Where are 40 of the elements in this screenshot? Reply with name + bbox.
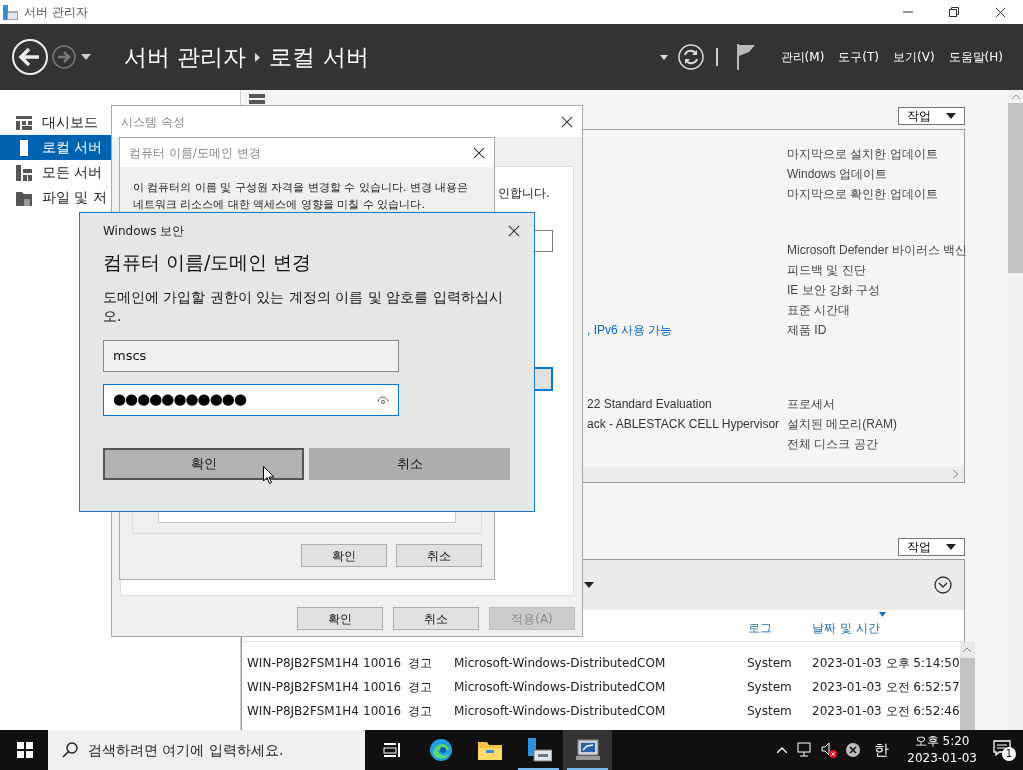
dialog-heading: 컴퓨터 이름/도메인 변경 xyxy=(103,250,313,275)
table-cell-text: 경고 xyxy=(408,679,433,696)
window-title: 서버 관리자 xyxy=(24,4,88,21)
property-value: ack - ABLESTACK CELL Hypervisor xyxy=(587,416,780,433)
dialog-title: Windows 보안 xyxy=(103,223,185,240)
table-cell-text: 2023-01-03 오전 6:52:57 xyxy=(812,679,960,696)
property-label: 마지막으로 확인한 업데이트 xyxy=(787,186,938,203)
table-cell-text: System xyxy=(747,703,793,720)
table-cell-text: 10016 xyxy=(363,679,403,696)
property-label: Windows 업데이트 xyxy=(787,166,887,183)
property-label: 피드백 및 진단 xyxy=(787,262,866,279)
property-label: IE 보안 강화 구성 xyxy=(787,282,881,299)
dialog-description: 이 컴퓨터의 이름 및 구성원 자격을 변경할 수 있습니다. 변경 내용은 네트워크 리소스에 대한 액세스에 영향을 미칠 수 있습니다. xyxy=(133,180,470,213)
property-value: 22 Standard Evaluation xyxy=(587,396,712,413)
table-cell-text: 경고 xyxy=(408,655,433,672)
notification-badge: 1 xyxy=(1002,747,1016,761)
property-label: 제품 ID xyxy=(787,322,827,339)
dialog-title: 컴퓨터 이름/도메인 변경 xyxy=(129,144,261,162)
property-label: 프로세서 xyxy=(787,396,835,413)
dialog-description: 도메인에 가입할 권한이 있는 계정의 이름 및 암호를 입력하십시오. xyxy=(103,287,504,326)
table-cell-text: Microsoft-Windows-DistributedCOM xyxy=(454,703,667,720)
dialog-text: 인합니다. xyxy=(498,185,550,202)
table-cell-text: Microsoft-Windows-DistributedCOM xyxy=(454,655,667,672)
table-cell-text: WIN-P8JB2FSM1H4 xyxy=(247,655,360,672)
table-cell-text: System xyxy=(747,655,793,672)
table-cell-text: WIN-P8JB2FSM1H4 xyxy=(247,703,360,720)
table-cell-text: 2023-01-03 오전 6:52:46 xyxy=(812,703,960,720)
table-cell-text: 경고 xyxy=(408,703,433,720)
property-label: Microsoft Defender 바이러스 백신 xyxy=(787,242,968,259)
table-cell-text: 2023-01-03 오후 5:14:50 xyxy=(812,655,960,672)
table-cell-text: System xyxy=(747,679,793,696)
table-cell-text: Microsoft-Windows-DistributedCOM xyxy=(454,679,667,696)
property-label: 마지막으로 설치한 업데이트 xyxy=(787,146,938,163)
table-cell-text: WIN-P8JB2FSM1H4 xyxy=(247,679,360,696)
table-cell-text: 10016 xyxy=(363,703,403,720)
property-label: 표준 시간대 xyxy=(787,302,851,319)
table-cell-text: 10016 xyxy=(363,655,403,672)
property-label: 설치된 메모리(RAM) xyxy=(787,416,897,433)
property-label: 전체 디스크 공간 xyxy=(787,436,878,453)
dialog-title: 시스템 속성 xyxy=(121,113,185,131)
